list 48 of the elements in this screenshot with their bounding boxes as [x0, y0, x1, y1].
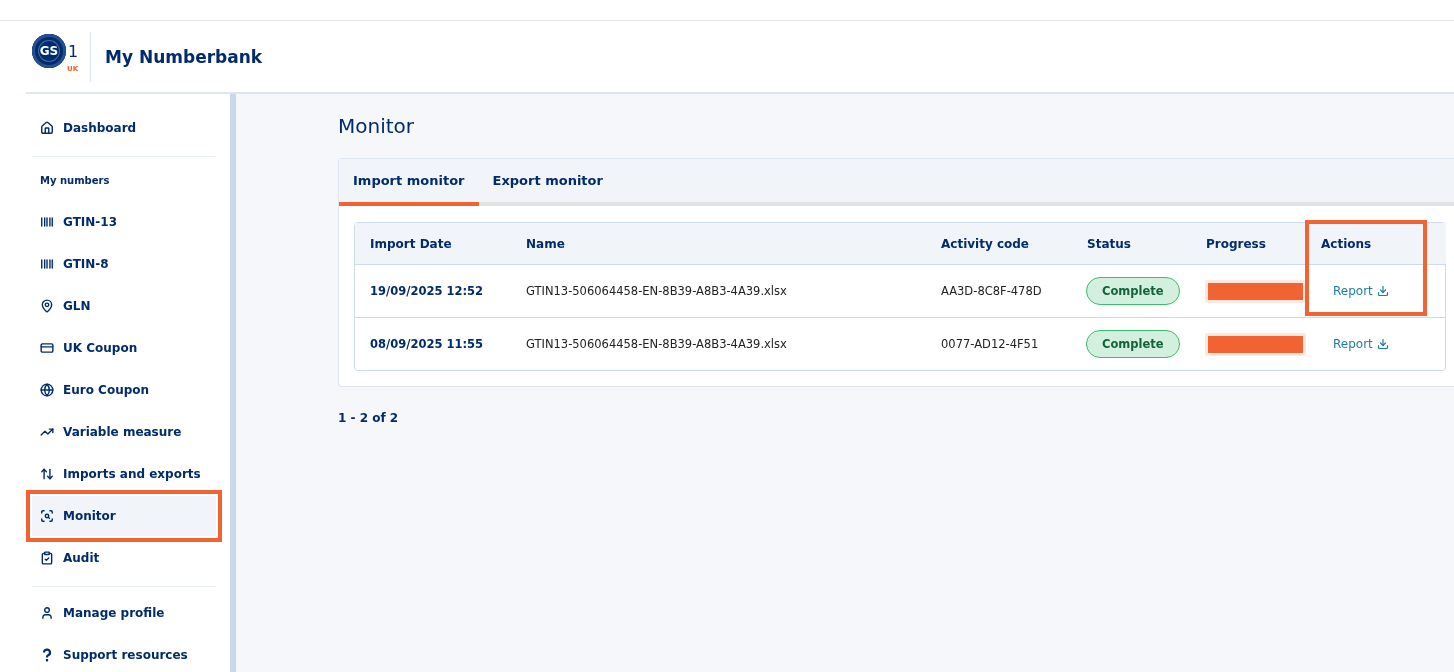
sidebar-item[interactable]: Monitor: [32, 496, 216, 536]
sidebar-item[interactable]: Variable measure: [32, 412, 216, 452]
column-header: Progress: [1206, 236, 1266, 251]
report-link[interactable]: Report: [1333, 337, 1389, 351]
card-icon: [40, 341, 54, 355]
search-screen-icon: [40, 509, 54, 523]
question-mark-icon: [40, 648, 54, 662]
map-pin-icon: [40, 299, 54, 313]
user-icon: [40, 606, 54, 620]
table-cell: GTIN13-506064458-EN-8B39-A8B3-4A39.xlsx: [511, 265, 926, 318]
page-title: Monitor: [338, 114, 416, 138]
tab[interactable]: Import monitor: [339, 159, 479, 206]
download-icon: [1376, 285, 1389, 297]
sidebar-item[interactable]: GTIN-8: [32, 244, 216, 284]
home-icon: [40, 121, 54, 135]
globe-icon: [40, 383, 54, 397]
sidebar-item[interactable]: GTIN-13: [32, 202, 216, 242]
barcode-icon: [40, 215, 54, 229]
barcode-icon: [40, 257, 54, 271]
pagination-text: 1 - 2 of 2: [338, 411, 400, 425]
table-cell-text: 08/09/2025 11:55: [369, 336, 485, 353]
sidebar-item[interactable]: GLN: [32, 286, 216, 326]
table-cell: 19/09/2025 12:52: [355, 265, 511, 318]
nav-heading: My numbers: [39, 174, 111, 188]
download-icon: [1376, 338, 1389, 350]
sidebar-item[interactable]: Support resources: [32, 635, 216, 672]
column-header: Import Date: [370, 236, 452, 251]
sidebar-item[interactable]: Imports and exports: [32, 454, 216, 494]
clipboard-check-icon: [40, 551, 54, 565]
sidebar-item[interactable]: Manage profile: [32, 593, 216, 633]
column-header: Status: [1087, 236, 1131, 251]
table-cell-text: GTIN13-506064458-EN-8B39-A8B3-4A39.xlsx: [525, 336, 788, 353]
sidebar-item[interactable]: Euro Coupon: [32, 370, 216, 410]
sidebar-item[interactable]: Audit: [32, 538, 216, 578]
table-cell-text: 0077-AD12-4F51: [940, 336, 1040, 353]
tab[interactable]: Export monitor: [478, 159, 617, 206]
report-link[interactable]: Report: [1333, 284, 1389, 298]
status-badge: Complete: [1086, 330, 1180, 358]
sidebar-item[interactable]: UK Coupon: [32, 328, 216, 368]
arrows-up-down-icon: [40, 467, 54, 481]
column-header: Actions: [1321, 236, 1372, 251]
sidebar-item[interactable]: Dashboard: [32, 108, 216, 148]
column-header: Name: [526, 236, 565, 251]
table-cell: AA3D-8C8F-478D: [926, 265, 1072, 318]
app-title: My Numberbank: [105, 46, 263, 67]
trending-up-icon: [40, 425, 54, 439]
column-header: Activity code: [941, 236, 1029, 251]
status-badge: Complete: [1086, 277, 1180, 305]
